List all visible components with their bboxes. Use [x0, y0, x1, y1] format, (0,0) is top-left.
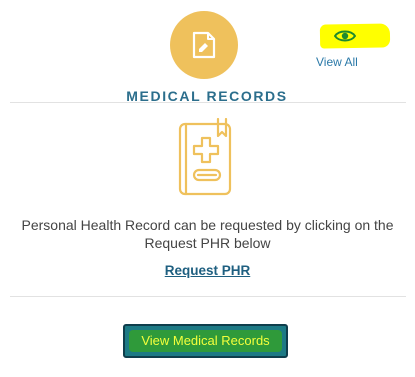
section-title: MEDICAL RECORDS: [126, 88, 288, 104]
phr-description: Personal Health Record can be requested …: [21, 217, 394, 251]
view-all-label[interactable]: View All: [316, 54, 358, 70]
button-label[interactable]: View Medical Records: [123, 324, 288, 358]
eye-icon[interactable]: [334, 28, 356, 44]
medical-record-book-icon: [178, 118, 232, 196]
divider: [10, 296, 406, 297]
medical-records-card: MEDICAL RECORDS View All Personal Health…: [0, 0, 415, 377]
request-phr-link[interactable]: Request PHR: [0, 262, 415, 280]
view-all-link[interactable]: View All: [306, 22, 391, 76]
view-medical-records-button[interactable]: View Medical Records: [123, 324, 288, 358]
divider: [10, 102, 406, 103]
document-edit-icon: [170, 11, 238, 79]
